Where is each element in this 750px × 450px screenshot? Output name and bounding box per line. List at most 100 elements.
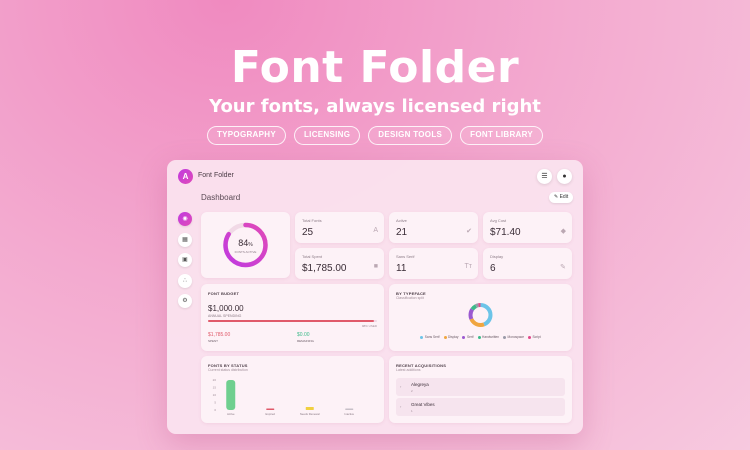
pen-icon: ✎ bbox=[560, 264, 566, 271]
chevron-right-icon: › bbox=[400, 404, 402, 409]
by-typeface-card: BY TYPEFACE Classification split Sans Se… bbox=[389, 284, 572, 351]
stat-value: $1,785.00 bbox=[302, 263, 347, 274]
font-budget-card: FONT BUDGET $1,000.00 ANNUAL SPENDING 98… bbox=[201, 284, 384, 351]
x-tick-label: Expired bbox=[266, 412, 276, 416]
stat-card-total-fonts[interactable]: Total Fonts 25 A bbox=[295, 212, 384, 243]
legend-swatch bbox=[503, 335, 507, 339]
sidebar: ◉ ▦ ▣ ∴ ⚙ bbox=[178, 212, 192, 315]
legend-label: Serif bbox=[466, 335, 474, 339]
stat-label: Avg Cost bbox=[490, 218, 507, 223]
remaining-label: REMAINING bbox=[297, 339, 315, 343]
budget-progress-label: 98% USED bbox=[361, 324, 377, 328]
legend-label: Script bbox=[532, 335, 541, 339]
stat-value: 25 bbox=[302, 227, 314, 238]
stat-card-sans-serif[interactable]: Sans Serif 11 Tт bbox=[389, 248, 478, 279]
stat-card-active[interactable]: Active 21 ✔ bbox=[389, 212, 478, 243]
legend-item: Display bbox=[443, 335, 459, 339]
stat-card-display[interactable]: Display 6 ✎ bbox=[483, 248, 572, 279]
legend-swatch bbox=[462, 335, 466, 339]
stat-value: 6 bbox=[490, 263, 496, 274]
folder-icon: ■ bbox=[373, 263, 378, 270]
app-name: Font Folder bbox=[198, 172, 234, 179]
stat-value: 11 bbox=[396, 263, 407, 274]
gauge-value: 84% bbox=[238, 238, 253, 248]
x-tick-label: Needs Renewal bbox=[300, 412, 320, 416]
status-bar bbox=[266, 408, 275, 410]
legend-label: Sans Serif bbox=[424, 335, 440, 339]
chevron-right-icon: › bbox=[400, 384, 402, 389]
acquisition-count: 1 bbox=[411, 409, 413, 413]
status-bar bbox=[305, 407, 314, 410]
y-tick-label: 10 bbox=[213, 393, 217, 397]
sidebar-item-settings[interactable]: ⚙ bbox=[178, 294, 192, 308]
sidebar-item-dashboard[interactable]: ◉ bbox=[178, 212, 192, 226]
section-title: FONT BUDGET bbox=[208, 291, 240, 296]
grid-icon: ▣ bbox=[182, 257, 188, 263]
recent-acquisitions-card: RECENT ACQUISITIONS Latest additions › A… bbox=[389, 356, 572, 423]
y-tick-label: 5 bbox=[214, 401, 216, 405]
legend-swatch bbox=[420, 335, 424, 339]
tag-font-library[interactable]: FONT LIBRARY bbox=[460, 126, 544, 145]
stat-label: Total Spent bbox=[302, 254, 323, 259]
status-bar bbox=[226, 380, 236, 410]
acquisition-name: Great Vibes bbox=[411, 402, 435, 407]
x-tick-label: Inactive bbox=[344, 412, 354, 416]
stat-card-avg-cost[interactable]: Avg Cost $71.40 ◆ bbox=[483, 212, 572, 243]
acquisition-count: 2 bbox=[411, 389, 413, 393]
tag-typography[interactable]: TYPOGRAPHY bbox=[206, 126, 286, 145]
budget-progress-track bbox=[208, 320, 377, 322]
y-tick-label: 15 bbox=[213, 386, 217, 390]
settings-icon: ⚙ bbox=[182, 298, 188, 304]
y-tick-label: 20 bbox=[213, 378, 217, 382]
stat-value: 21 bbox=[396, 227, 408, 238]
legend-item: Serif bbox=[462, 335, 474, 339]
spent-label: SPENT bbox=[208, 339, 219, 343]
budget-amount: $1,000.00 bbox=[208, 304, 244, 313]
typeface-legend: Sans Serif Display Serif Handwritten Monospa… bbox=[389, 335, 572, 339]
menu-icon: ☰ bbox=[541, 173, 548, 180]
budget-amount-label: ANNUAL SPENDING bbox=[208, 314, 242, 318]
user-button[interactable]: ● bbox=[557, 169, 572, 184]
stat-label: Total Fonts bbox=[302, 218, 322, 223]
tag-design-tools[interactable]: DESIGN TOOLS bbox=[368, 126, 453, 145]
edit-button[interactable]: ✎ Edit bbox=[549, 192, 574, 203]
legend-label: Handwritten bbox=[482, 335, 500, 339]
sidebar-item-hierarchy[interactable]: ∴ bbox=[178, 273, 192, 288]
acquisition-row[interactable]: › Alegreya 2 bbox=[396, 378, 565, 396]
hero-title: Font Folder bbox=[230, 42, 520, 93]
tag-licensing[interactable]: LICENSING bbox=[293, 126, 361, 145]
hierarchy-icon: ∴ bbox=[183, 277, 187, 284]
tag-icon: ◆ bbox=[560, 228, 566, 235]
font-icon: A bbox=[373, 227, 378, 234]
app-window: A Font Folder ☰ ● Dashboard ✎ Edit ◉ ▦ ▣… bbox=[167, 160, 583, 434]
legend-item: Monospace bbox=[503, 335, 524, 339]
status-bar bbox=[345, 408, 354, 410]
check-circle-icon: ✔ bbox=[466, 228, 472, 235]
legend-swatch bbox=[528, 335, 532, 339]
acquisition-row[interactable]: › Great Vibes 1 bbox=[396, 398, 565, 416]
legend-item: Handwritten bbox=[477, 335, 500, 339]
stat-label: Display bbox=[490, 254, 504, 259]
spent-value: $1,785.00 bbox=[208, 332, 231, 338]
legend-swatch bbox=[477, 335, 481, 339]
app-logo[interactable]: A bbox=[178, 169, 193, 184]
tag-list: TYPOGRAPHY LICENSING DESIGN TOOLS FONT L… bbox=[0, 126, 750, 145]
remaining-value: $0.00 bbox=[297, 332, 310, 338]
active-gauge-card: 84% FONTS ACTIVE bbox=[201, 212, 290, 278]
edit-label: Edit bbox=[559, 194, 569, 200]
stat-label: Active bbox=[396, 218, 407, 223]
sidebar-item-calendar[interactable]: ▦ bbox=[178, 232, 192, 247]
legend-label: Display bbox=[448, 335, 459, 339]
calendar-icon: ▦ bbox=[182, 236, 188, 243]
fonts-by-status-card: FONTS BY STATUS Current status distribut… bbox=[201, 356, 384, 423]
pencil-icon: ✎ bbox=[554, 194, 559, 200]
text-size-icon: Tт bbox=[464, 263, 472, 270]
gauge-label: FONTS ACTIVE bbox=[234, 250, 257, 254]
legend-swatch bbox=[443, 335, 447, 339]
menu-button[interactable]: ☰ bbox=[537, 169, 552, 184]
stat-card-total-spent[interactable]: Total Spent $1,785.00 ■ bbox=[295, 248, 384, 279]
dashboard-icon: ◉ bbox=[182, 216, 188, 222]
y-tick-label: 0 bbox=[214, 408, 216, 412]
sidebar-item-grid[interactable]: ▣ bbox=[178, 253, 192, 267]
legend-label: Monospace bbox=[507, 335, 525, 339]
